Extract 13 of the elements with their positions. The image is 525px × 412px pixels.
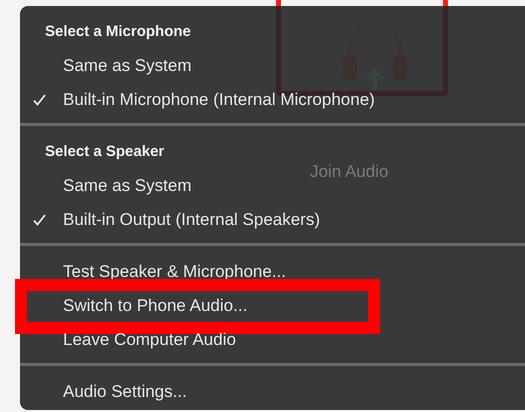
- menu-item[interactable]: Audio Settings...: [63, 379, 187, 405]
- checkmark-icon: [33, 214, 46, 226]
- menu-item[interactable]: Same as System: [63, 53, 192, 79]
- menu-item[interactable]: Leave Computer Audio: [63, 327, 236, 353]
- menu-item[interactable]: Built-in Microphone (Internal Microphone): [63, 87, 375, 113]
- menu-item[interactable]: Built-in Output (Internal Speakers): [63, 207, 320, 233]
- section-header: Select a Microphone: [44, 22, 192, 42]
- menu-item[interactable]: Switch to Phone Audio...: [63, 293, 248, 319]
- background-title: Join Audio: [310, 161, 388, 183]
- menu-item[interactable]: Same as System: [63, 173, 192, 199]
- checkmark-icon: [33, 94, 46, 106]
- menu-item[interactable]: Test Speaker & Microphone...: [63, 259, 286, 285]
- section-header: Select a Speaker: [44, 142, 166, 162]
